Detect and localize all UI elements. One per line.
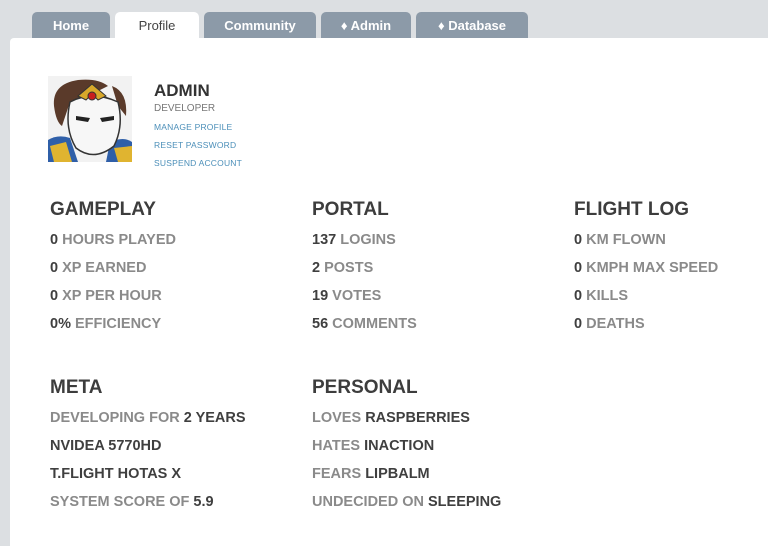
- profile-info: ADMIN DEVELOPER MANAGE PROFILE RESET PAS…: [154, 81, 242, 168]
- stat-max-speed: 0 KMPH MAX SPEED: [574, 260, 719, 276]
- portal-heading: PORTAL: [312, 199, 389, 220]
- personal-heading: PERSONAL: [312, 377, 418, 398]
- meta-gpu: NVIDEA 5770HD: [50, 438, 162, 454]
- stat-xp-per-hour: 0 XP PER HOUR: [50, 288, 162, 304]
- tab-profile[interactable]: Profile: [115, 12, 199, 40]
- flight-log-heading: FLIGHT LOG: [574, 199, 690, 220]
- reset-password-link[interactable]: RESET PASSWORD: [154, 140, 242, 150]
- tab-admin[interactable]: ♦ Admin: [321, 12, 411, 38]
- gameplay-heading: GAMEPLAY: [50, 199, 156, 220]
- stat-xp-earned: 0 XP EARNED: [50, 260, 147, 276]
- meta-heading: META: [50, 377, 103, 398]
- stat-kills: 0 KILLS: [574, 288, 628, 304]
- stat-logins: 137 LOGINS: [312, 232, 396, 248]
- profile-panel: ADMIN DEVELOPER MANAGE PROFILE RESET PAS…: [10, 38, 768, 546]
- user-role: DEVELOPER: [154, 103, 216, 114]
- tab-community[interactable]: Community: [204, 12, 316, 38]
- manage-profile-link[interactable]: MANAGE PROFILE: [154, 122, 242, 132]
- personal-hates: HATES INACTION: [312, 438, 435, 454]
- meta-experience: DEVELOPING FOR 2 YEARS: [50, 410, 246, 426]
- tab-database[interactable]: ♦ Database: [416, 12, 528, 38]
- avatar: [48, 76, 132, 162]
- flight-log-section: FLIGHT LOG 0 KM FLOWN 0 KMPH MAX SPEED 0…: [574, 199, 718, 333]
- personal-undecided: UNDECIDED ON SLEEPING: [312, 494, 502, 510]
- tab-home[interactable]: Home: [32, 12, 110, 38]
- username: ADMIN: [154, 81, 210, 100]
- personal-loves: LOVES RASPBERRIES: [312, 410, 470, 426]
- gameplay-section: GAMEPLAY 0 HOURS PLAYED 0 XP EARNED 0 XP…: [50, 199, 176, 333]
- suspend-account-link[interactable]: SUSPEND ACCOUNT: [154, 158, 242, 168]
- personal-section: PERSONAL LOVES RASPBERRIES HATES INACTIO…: [312, 377, 501, 511]
- portal-section: PORTAL 137 LOGINS 2 POSTS 19 VOTES 56 CO…: [312, 199, 417, 333]
- meta-system-score: SYSTEM SCORE OF 5.9: [50, 494, 214, 510]
- stat-hours-played: 0 HOURS PLAYED: [50, 232, 176, 248]
- stat-posts: 2 POSTS: [312, 260, 374, 276]
- stat-km-flown: 0 KM FLOWN: [574, 232, 666, 248]
- stat-comments: 56 COMMENTS: [312, 316, 417, 332]
- meta-controller: T.FLIGHT HOTAS X: [50, 466, 182, 482]
- stat-votes: 19 VOTES: [312, 288, 382, 304]
- personal-fears: FEARS LIPBALM: [312, 466, 430, 482]
- stat-deaths: 0 DEATHS: [574, 316, 645, 332]
- meta-section: META DEVELOPING FOR 2 YEARS NVIDEA 5770H…: [50, 377, 246, 511]
- stat-efficiency: 0% EFFICIENCY: [50, 316, 162, 332]
